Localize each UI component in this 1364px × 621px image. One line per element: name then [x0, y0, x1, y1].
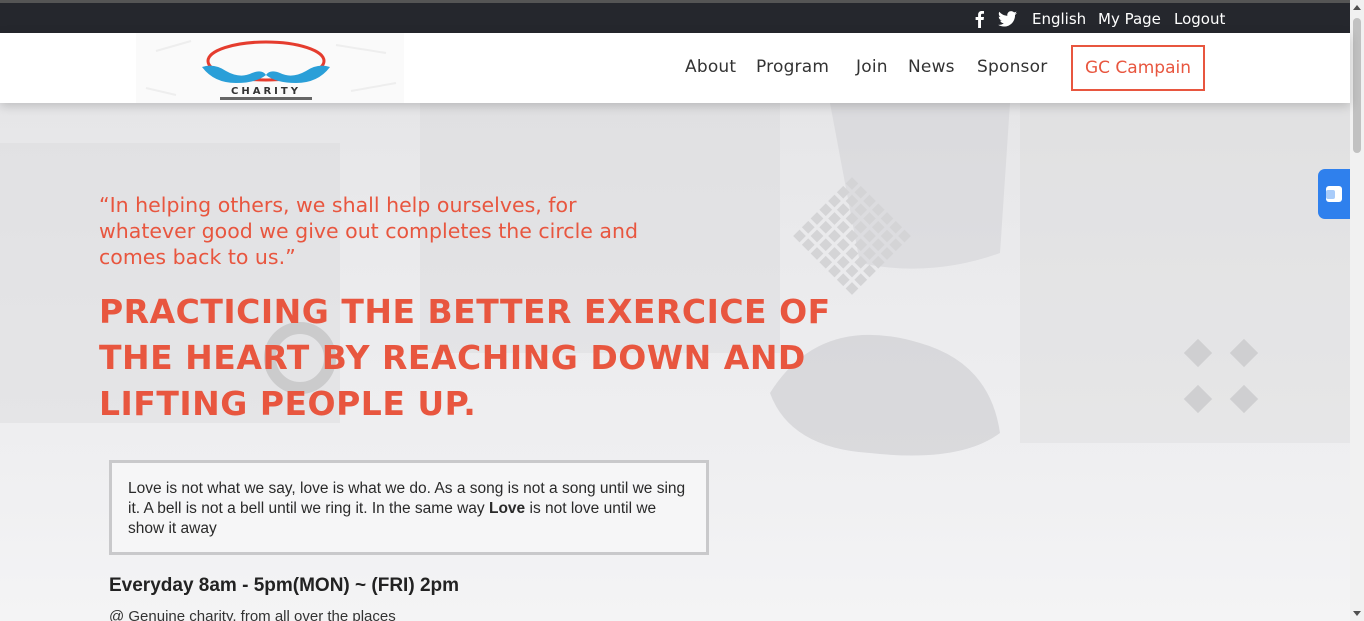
pattern-dot: [836, 220, 850, 234]
nav-join[interactable]: Join: [856, 57, 888, 77]
hero-quote: “In helping others, we shall help oursel…: [99, 193, 638, 269]
pattern-dot: [854, 185, 868, 199]
pattern-dot: [880, 247, 894, 260]
pattern-dot: [854, 238, 868, 252]
pattern-dot: [836, 238, 850, 252]
pattern-dot: [801, 238, 815, 252]
pattern-dot: [871, 220, 885, 234]
pattern-dot: [854, 203, 868, 217]
logo-graphic: CHARITY: [136, 33, 404, 103]
decorative-x-shape: [1183, 338, 1259, 414]
pattern-dot: [793, 229, 806, 243]
gc-campaign-button[interactable]: GC Campain: [1071, 45, 1205, 91]
pattern-dot: [854, 255, 868, 269]
pattern-dot: [889, 238, 903, 252]
pattern-dot: [819, 203, 833, 217]
pattern-dot: [845, 212, 859, 225]
pattern-dot: [871, 255, 885, 269]
pattern-dot: [880, 229, 894, 243]
pattern-dot: [819, 220, 833, 234]
pattern-dot: [836, 203, 850, 217]
my-page-link[interactable]: My Page: [1098, 10, 1161, 28]
pattern-dot: [810, 247, 824, 260]
pattern-dot: [801, 220, 815, 234]
scroll-thumb[interactable]: [1353, 18, 1361, 153]
pattern-dot: [889, 220, 903, 234]
scroll-down-arrow-icon[interactable]: [1353, 611, 1361, 616]
floating-widget-button[interactable]: [1318, 169, 1350, 219]
pattern-dot: [854, 220, 868, 234]
hero-headline: PRACTICING THE BETTER EXERCICE OF THE HE…: [99, 292, 831, 423]
pattern-dot: [863, 264, 876, 278]
nav-news[interactable]: News: [908, 57, 955, 77]
pattern-dot: [810, 212, 824, 225]
hero-subtext: @ Genuine charity, from all over the pla…: [109, 608, 396, 621]
page-scrollbar[interactable]: [1350, 0, 1364, 621]
language-selector[interactable]: English: [1032, 10, 1086, 28]
pattern-dot: [828, 212, 841, 225]
top-bar: English My Page Logout: [0, 0, 1350, 33]
pattern-dot: [828, 247, 841, 260]
twitter-icon[interactable]: [998, 10, 1017, 28]
pattern-dot: [845, 229, 859, 243]
love-quote-bold: Love: [489, 500, 526, 517]
charity-logo[interactable]: CHARITY: [136, 33, 404, 103]
pattern-dot: [854, 273, 868, 287]
pattern-dot: [871, 203, 885, 217]
facebook-icon[interactable]: [971, 10, 989, 28]
pattern-dot: [898, 229, 911, 243]
love-quote-box: Love is not what we say, love is what we…: [109, 460, 709, 555]
logout-link[interactable]: Logout: [1174, 10, 1225, 28]
pattern-dot: [845, 177, 859, 190]
scroll-up-arrow-icon[interactable]: [1353, 5, 1361, 10]
logo-text: CHARITY: [231, 86, 301, 97]
pattern-dot: [880, 212, 894, 225]
pattern-dot: [863, 247, 876, 260]
opening-hours: Everyday 8am - 5pm(MON) ~ (FRI) 2pm: [109, 575, 460, 596]
pattern-dot: [828, 229, 841, 243]
main-header: CHARITY About Program Join News Sponsor …: [0, 33, 1350, 103]
pattern-dot: [871, 238, 885, 252]
pattern-dot: [863, 212, 876, 225]
pattern-dot: [810, 229, 824, 243]
pattern-dot: [845, 194, 859, 208]
pattern-dot: [845, 264, 859, 278]
pattern-dot: [819, 255, 833, 269]
pattern-dot: [828, 264, 841, 278]
pattern-dot: [836, 255, 850, 269]
pattern-dot: [863, 229, 876, 243]
pattern-dot: [863, 194, 876, 208]
pattern-dot: [836, 185, 850, 199]
hero-section: “In helping others, we shall help oursel…: [0, 103, 1350, 621]
pattern-dot: [845, 247, 859, 260]
pattern-dot: [836, 273, 850, 287]
pattern-dot: [819, 238, 833, 252]
nav-sponsor[interactable]: Sponsor: [977, 57, 1047, 77]
nav-program[interactable]: Program: [756, 57, 829, 77]
pattern-dot: [828, 194, 841, 208]
nav-about[interactable]: About: [685, 57, 736, 77]
widget-icon: [1326, 186, 1342, 202]
